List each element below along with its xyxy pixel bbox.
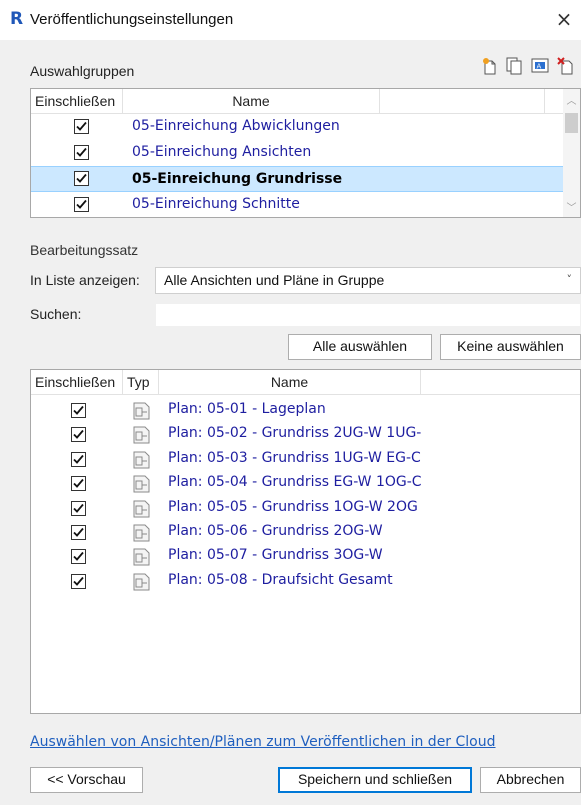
- group-name: 05-Einreichung Grundrisse: [132, 171, 343, 187]
- groups-scrollbar[interactable]: ︿ ﹀: [563, 89, 580, 217]
- new-set-icon[interactable]: [480, 56, 500, 76]
- sheet-row[interactable]: Plan: 05-07 - Grundriss 3OG-W: [31, 545, 580, 569]
- sheet-icon: [133, 548, 150, 566]
- include-checkbox[interactable]: [74, 197, 89, 212]
- show-in-list-label: In Liste anzeigen:: [30, 272, 140, 288]
- sheet-icon: [133, 402, 150, 420]
- select-all-button[interactable]: Alle auswählen: [288, 334, 432, 360]
- sheet-icon: [133, 573, 150, 591]
- sheet-row[interactable]: Plan: 05-04 - Grundriss EG-W 1OG-C: [31, 472, 580, 496]
- sheet-name: Plan: 05-02 - Grundriss 2UG-W 1UG-: [168, 425, 422, 442]
- sheet-icon: [133, 524, 150, 542]
- sheets-list-header: Einschließen Typ Name: [31, 370, 580, 395]
- save-and-close-button[interactable]: Speichern und schließen: [278, 767, 472, 793]
- group-row[interactable]: 05-Einreichung Ansichten: [31, 140, 580, 166]
- scroll-up-icon[interactable]: ︿: [563, 92, 580, 107]
- delete-icon[interactable]: [556, 56, 576, 76]
- column-include[interactable]: Einschließen: [31, 89, 123, 113]
- rename-icon[interactable]: A: [530, 56, 550, 76]
- sheet-name: Plan: 05-08 - Draufsicht Gesamt: [168, 571, 393, 588]
- sheet-row[interactable]: Plan: 05-08 - Draufsicht Gesamt: [31, 570, 580, 594]
- include-checkbox[interactable]: [71, 500, 86, 516]
- sheet-name: Plan: 05-07 - Grundriss 3OG-W: [168, 547, 383, 564]
- include-checkbox[interactable]: [71, 549, 86, 565]
- column-empty: [380, 89, 545, 113]
- group-name: 05-Einreichung Abwicklungen: [132, 118, 340, 134]
- sheets-list[interactable]: Einschließen Typ Name Plan: 05-01 - Lage…: [30, 369, 581, 714]
- group-row[interactable]: 05-Einreichung Schnitte: [31, 192, 580, 217]
- include-checkbox[interactable]: [71, 451, 86, 467]
- include-checkbox[interactable]: [74, 119, 89, 134]
- column-type[interactable]: Typ: [123, 370, 159, 394]
- sheet-row[interactable]: Plan: 05-02 - Grundriss 2UG-W 1UG-: [31, 423, 580, 447]
- column-include[interactable]: Einschließen: [31, 370, 123, 394]
- groups-list[interactable]: Einschließen Name 05-Einreichung Abwickl…: [30, 88, 581, 218]
- sheet-icon: [133, 475, 150, 493]
- sheet-icon: [133, 426, 150, 444]
- search-label: Suchen:: [30, 306, 82, 322]
- sheet-icon: [133, 500, 150, 518]
- group-row[interactable]: 05-Einreichung Abwicklungen: [31, 114, 580, 140]
- group-row[interactable]: 05-Einreichung Grundrisse: [31, 166, 580, 192]
- include-checkbox[interactable]: [71, 573, 86, 589]
- scroll-down-icon[interactable]: ﹀: [563, 199, 580, 214]
- groups-label: Auswahlgruppen: [30, 63, 135, 79]
- show-in-list-value: Alle Ansichten und Pläne in Gruppe: [164, 272, 385, 288]
- sheet-name: Plan: 05-03 - Grundriss 1UG-W EG-C: [168, 449, 421, 466]
- duplicate-icon[interactable]: [504, 56, 524, 76]
- sheet-name: Plan: 05-04 - Grundriss EG-W 1OG-C: [168, 474, 422, 491]
- sheet-row[interactable]: Plan: 05-06 - Grundriss 2OG-W: [31, 521, 580, 545]
- include-checkbox[interactable]: [71, 525, 86, 540]
- revit-logo-icon: R: [10, 9, 24, 29]
- group-name: 05-Einreichung Schnitte: [132, 196, 300, 212]
- publish-to-cloud-link[interactable]: Auswählen von Ansichten/Plänen zum Veröf…: [30, 734, 496, 750]
- include-checkbox[interactable]: [74, 145, 89, 160]
- include-checkbox[interactable]: [71, 403, 86, 418]
- groups-list-header: Einschließen Name: [31, 89, 580, 114]
- window-title: Veröffentlichungseinstellungen: [30, 11, 234, 28]
- chevron-down-icon: ˅: [566, 273, 573, 286]
- sheet-name: Plan: 05-05 - Grundriss 1OG-W 2OG: [168, 498, 418, 515]
- sheet-row[interactable]: Plan: 05-05 - Grundriss 1OG-W 2OG: [31, 497, 580, 521]
- scroll-thumb[interactable]: [565, 113, 578, 133]
- close-button[interactable]: ×: [552, 6, 576, 32]
- include-checkbox[interactable]: [74, 171, 89, 186]
- sheet-name: Plan: 05-01 - Lageplan: [168, 401, 326, 417]
- cancel-button[interactable]: Abbrechen: [480, 767, 581, 793]
- select-none-button[interactable]: Keine auswählen: [440, 334, 581, 360]
- group-name: 05-Einreichung Ansichten: [132, 144, 312, 160]
- show-in-list-dropdown[interactable]: Alle Ansichten und Pläne in Gruppe ˅: [155, 267, 581, 294]
- sheet-row[interactable]: Plan: 05-01 - Lageplan: [31, 399, 580, 423]
- search-input[interactable]: [155, 303, 581, 327]
- preview-button[interactable]: << Vorschau: [30, 767, 143, 793]
- sheet-row[interactable]: Plan: 05-03 - Grundriss 1UG-W EG-C: [31, 448, 580, 472]
- column-name[interactable]: Name: [159, 370, 421, 394]
- svg-text:A: A: [537, 63, 542, 71]
- edit-set-label: Bearbeitungssatz: [30, 242, 139, 258]
- column-name[interactable]: Name: [123, 89, 380, 113]
- include-checkbox[interactable]: [71, 476, 86, 492]
- sheet-name: Plan: 05-06 - Grundriss 2OG-W: [168, 523, 383, 539]
- include-checkbox[interactable]: [71, 427, 86, 443]
- sheet-icon: [133, 451, 150, 469]
- column-empty: [421, 370, 580, 394]
